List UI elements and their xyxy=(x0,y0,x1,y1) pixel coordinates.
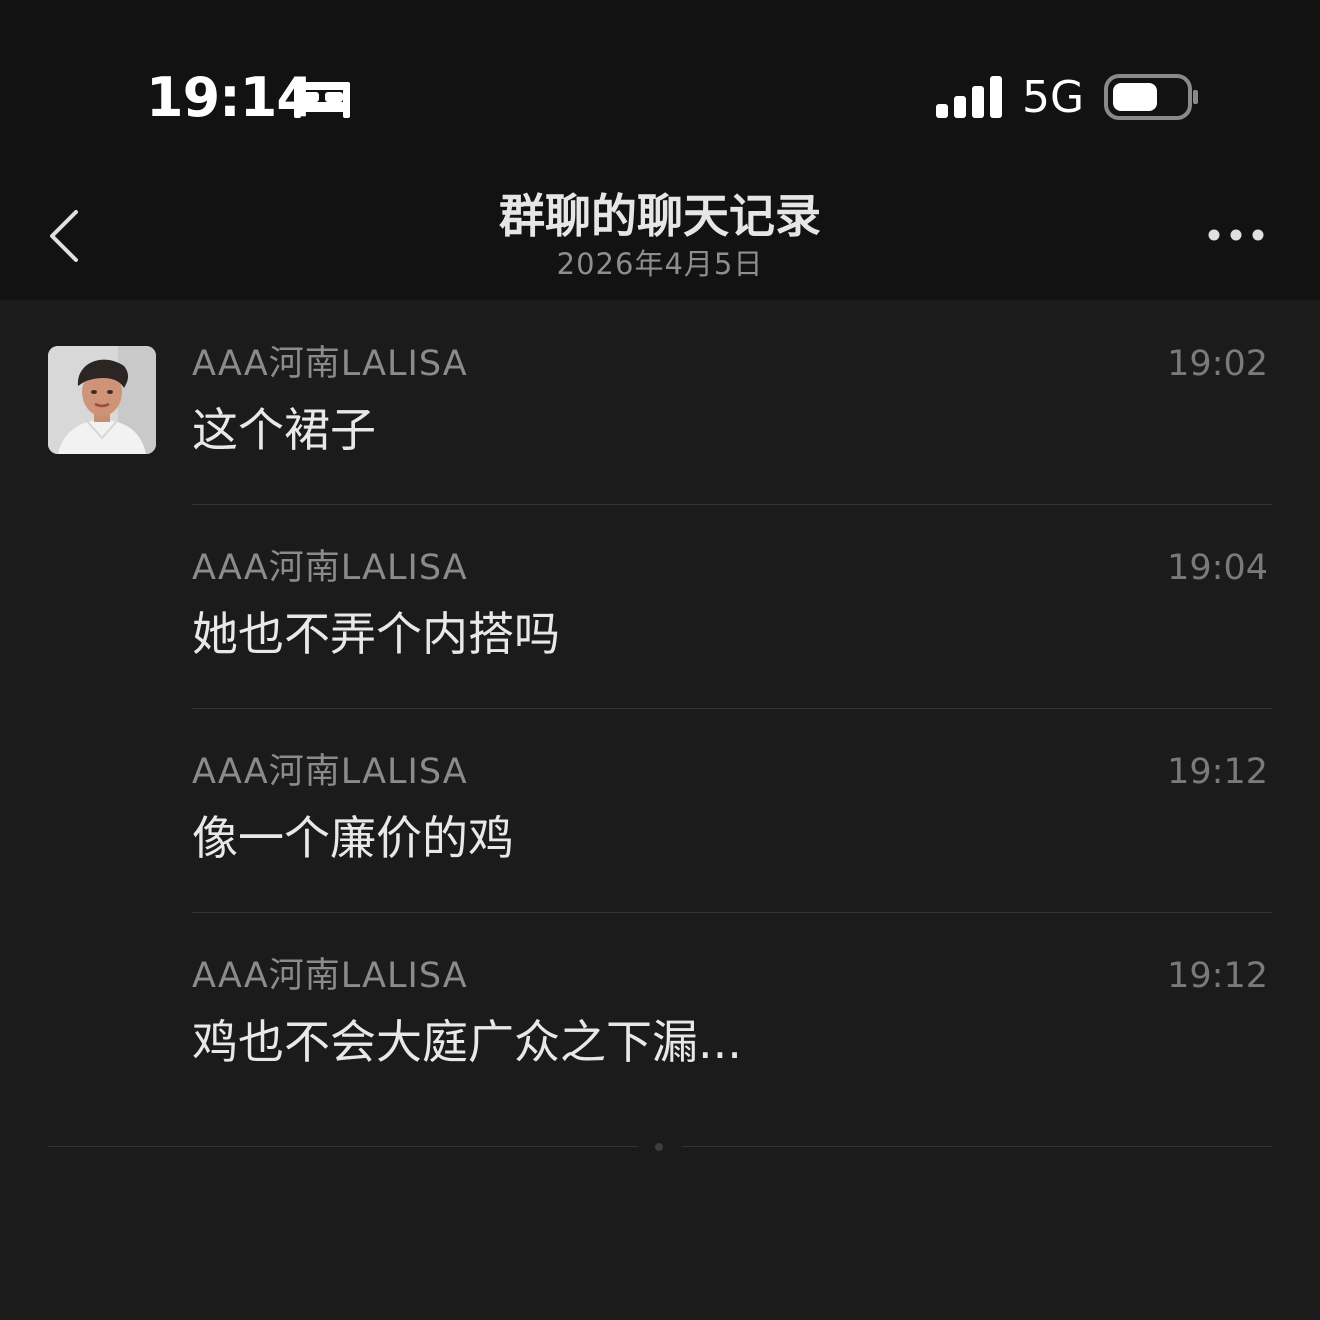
end-divider-right xyxy=(682,1146,1272,1147)
message-time: 19:12 xyxy=(1167,752,1268,792)
page-subtitle-date: 2026年4月5日 xyxy=(556,247,764,281)
message-time: 19:02 xyxy=(1167,344,1268,384)
message-divider xyxy=(192,708,1272,709)
message-divider xyxy=(192,504,1272,505)
message-text: 这个裙子 xyxy=(192,403,376,457)
back-icon[interactable] xyxy=(44,206,84,266)
message-time: 19:12 xyxy=(1167,956,1268,996)
end-divider-left xyxy=(48,1146,638,1147)
avatar[interactable] xyxy=(48,346,156,454)
message-sender: AAA河南LALISA xyxy=(192,344,468,384)
message-item[interactable]: AAA河南LALISA 19:12 像一个廉价的鸡 xyxy=(192,750,1272,910)
battery-icon xyxy=(1104,74,1198,120)
network-type: 5G xyxy=(1022,72,1085,123)
signal-icon xyxy=(936,76,1002,118)
message-sender: AAA河南LALISA xyxy=(192,956,468,996)
message-sender: AAA河南LALISA xyxy=(192,752,468,792)
message-text: 像一个廉价的鸡 xyxy=(192,811,514,865)
message-time: 19:04 xyxy=(1167,548,1268,588)
message-item[interactable]: AAA河南LALISA 19:04 她也不弄个内搭吗 xyxy=(192,546,1272,706)
chat-history-screen: 19:14 5G 群聊的聊天记录 2026年4月5日 AAA河南LALISA 1… xyxy=(0,0,1320,1320)
message-item[interactable]: AAA河南LALISA 19:02 这个裙子 xyxy=(192,342,1272,502)
bed-icon xyxy=(294,82,350,118)
header-area: 19:14 5G 群聊的聊天记录 2026年4月5日 xyxy=(0,0,1320,300)
message-text: 她也不弄个内搭吗 xyxy=(192,607,560,661)
page-title: 群聊的聊天记录 xyxy=(499,189,821,243)
end-dot xyxy=(655,1143,663,1151)
more-icon[interactable] xyxy=(1204,224,1268,246)
message-item[interactable]: AAA河南LALISA 19:12 鸡也不会大庭广众之下漏... xyxy=(192,954,1272,1114)
message-text: 鸡也不会大庭广众之下漏... xyxy=(192,1015,742,1069)
message-divider xyxy=(192,912,1272,913)
message-sender: AAA河南LALISA xyxy=(192,548,468,588)
status-time: 19:14 xyxy=(146,66,314,129)
